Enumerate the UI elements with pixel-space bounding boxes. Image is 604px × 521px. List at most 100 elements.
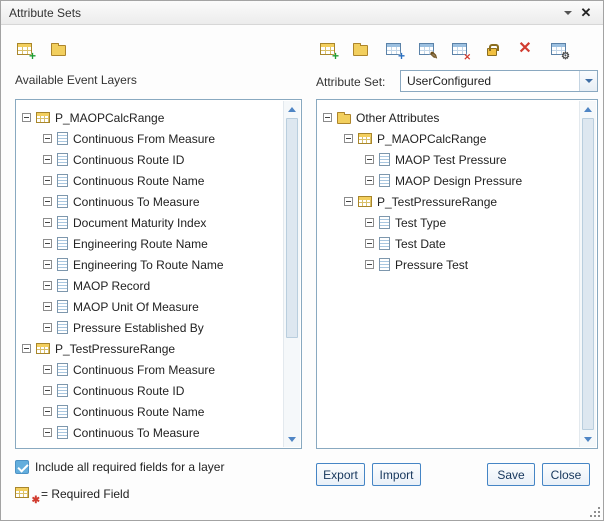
combobox-dropdown-button[interactable] — [579, 71, 597, 91]
open-event-layers-icon[interactable] — [47, 38, 69, 60]
asterisk-icon: ✱ — [32, 495, 40, 506]
collapse-icon[interactable] — [43, 386, 52, 395]
include-required-checkbox[interactable] — [15, 460, 29, 474]
new-attribute-set-icon[interactable]: + — [316, 38, 338, 60]
collapse-icon[interactable] — [43, 365, 52, 374]
save-button[interactable]: Save — [487, 463, 535, 486]
tree-item-label: MAOP Record — [73, 279, 150, 293]
add-event-layer-icon[interactable]: + — [13, 38, 35, 60]
collapse-icon[interactable] — [43, 323, 52, 332]
tree-item[interactable]: Continuous From Measure — [17, 128, 283, 149]
collapse-icon[interactable] — [43, 302, 52, 311]
import-button[interactable]: Import — [372, 463, 421, 486]
left-panel-scrollbar[interactable] — [283, 101, 300, 447]
resize-grip-icon[interactable] — [589, 506, 600, 517]
scroll-down-button[interactable] — [284, 431, 300, 447]
collapse-icon[interactable] — [43, 155, 52, 164]
collapse-icon[interactable] — [344, 197, 353, 206]
tree-item[interactable]: Test Date — [318, 233, 579, 254]
tree-item[interactable]: P_MAOPCalcRange — [318, 128, 579, 149]
tree-item[interactable]: Engineering To Route Name — [17, 254, 283, 275]
chevron-down-icon — [585, 79, 593, 83]
tree-item-label: Continuous Route ID — [73, 153, 184, 167]
collapse-icon[interactable] — [323, 113, 332, 122]
table-icon — [36, 112, 50, 123]
right-panel-scrollbar[interactable] — [579, 101, 596, 447]
tree-item-label: Continuous From Measure — [73, 132, 215, 146]
collapse-icon[interactable] — [43, 176, 52, 185]
tree-item[interactable]: Pressure Test — [318, 254, 579, 275]
include-required-label: Include all required fields for a layer — [35, 460, 224, 474]
scrollbar-thumb[interactable] — [582, 118, 594, 430]
collapse-icon[interactable] — [43, 218, 52, 227]
required-field-note: = Required Field — [41, 487, 129, 501]
tree-item-label: Other Attributes — [356, 111, 439, 125]
protect-attribute-set-icon[interactable] — [481, 38, 503, 60]
tree-item[interactable]: MAOP Unit Of Measure — [17, 296, 283, 317]
delete-attribute-set-icon[interactable]: ✕ — [514, 38, 536, 60]
tree-item-label: Continuous Route Name — [73, 174, 204, 188]
scrollbar-thumb[interactable] — [286, 118, 298, 338]
attribute-set-label: Attribute Set: — [316, 75, 385, 89]
edit-layer-in-set-icon[interactable]: ✎ — [415, 38, 437, 60]
table-icon — [15, 487, 29, 498]
titlebar[interactable]: Attribute Sets ✕ — [1, 1, 603, 25]
tree-item[interactable]: P_MAOPCalcRange — [17, 107, 283, 128]
tree-item[interactable]: Continuous To Measure — [17, 191, 283, 212]
collapse-icon[interactable] — [365, 218, 374, 227]
collapse-icon[interactable] — [22, 344, 31, 353]
collapse-icon[interactable] — [344, 134, 353, 143]
open-attribute-set-icon[interactable] — [349, 38, 371, 60]
collapse-icon[interactable] — [43, 260, 52, 269]
scroll-up-button[interactable] — [580, 101, 596, 117]
tree-item[interactable]: Continuous Route ID — [17, 149, 283, 170]
collapse-icon[interactable] — [365, 239, 374, 248]
remove-layer-from-set-icon[interactable]: ✕ — [448, 38, 470, 60]
tree-item-label: Document Maturity Index — [73, 216, 206, 230]
scroll-down-icon — [584, 437, 592, 442]
tree-item[interactable]: Continuous Route Name — [17, 401, 283, 422]
collapse-icon[interactable] — [365, 155, 374, 164]
scroll-up-icon — [288, 107, 296, 112]
x-glyph: ✕ — [518, 41, 531, 57]
collapse-icon[interactable] — [43, 428, 52, 437]
tree-item[interactable]: P_TestPressureRange — [17, 338, 283, 359]
tree-item[interactable]: Pressure Established By — [17, 317, 283, 338]
add-layer-to-set-icon[interactable]: + — [382, 38, 404, 60]
export-button[interactable]: Export — [316, 463, 365, 486]
tree-item[interactable]: Engineering Route Name — [17, 233, 283, 254]
table-icon — [36, 343, 50, 354]
collapse-icon[interactable] — [43, 197, 52, 206]
required-field-legend: ✱ = Required Field — [15, 487, 129, 501]
table-icon — [358, 196, 372, 207]
collapse-icon[interactable] — [43, 407, 52, 416]
tree-item[interactable]: MAOP Test Pressure — [318, 149, 579, 170]
tree-item[interactable]: Other Attributes — [318, 107, 579, 128]
scroll-up-button[interactable] — [284, 101, 300, 117]
collapse-icon[interactable] — [22, 113, 31, 122]
tree-item[interactable]: MAOP Record — [17, 275, 283, 296]
tree-item[interactable]: P_TestPressureRange — [318, 191, 579, 212]
collapse-icon[interactable] — [43, 239, 52, 248]
field-icon — [57, 363, 68, 376]
collapse-icon[interactable] — [365, 260, 374, 269]
collapse-icon[interactable] — [43, 281, 52, 290]
close-button[interactable]: Close — [542, 463, 590, 486]
field-icon — [57, 426, 68, 439]
tree-item[interactable]: Continuous Route ID — [17, 380, 283, 401]
tree-item[interactable]: MAOP Design Pressure — [318, 170, 579, 191]
tree-item[interactable]: Continuous Route Name — [17, 170, 283, 191]
collapse-icon[interactable] — [365, 176, 374, 185]
attribute-set-combobox[interactable]: UserConfigured — [400, 70, 598, 92]
collapse-icon[interactable] — [43, 134, 52, 143]
tree-item[interactable]: Continuous To Measure — [17, 422, 283, 443]
scroll-up-icon — [584, 107, 592, 112]
tree-item[interactable]: Document Maturity Index — [17, 212, 283, 233]
scroll-down-button[interactable] — [580, 431, 596, 447]
tree-item-label: MAOP Design Pressure — [395, 174, 522, 188]
attribute-set-properties-icon[interactable]: ⚙ — [547, 38, 569, 60]
close-icon[interactable]: ✕ — [577, 4, 595, 22]
tree-item[interactable]: Test Type — [318, 212, 579, 233]
tree-item[interactable]: Continuous From Measure — [17, 359, 283, 380]
window-menu-icon[interactable] — [559, 4, 577, 22]
